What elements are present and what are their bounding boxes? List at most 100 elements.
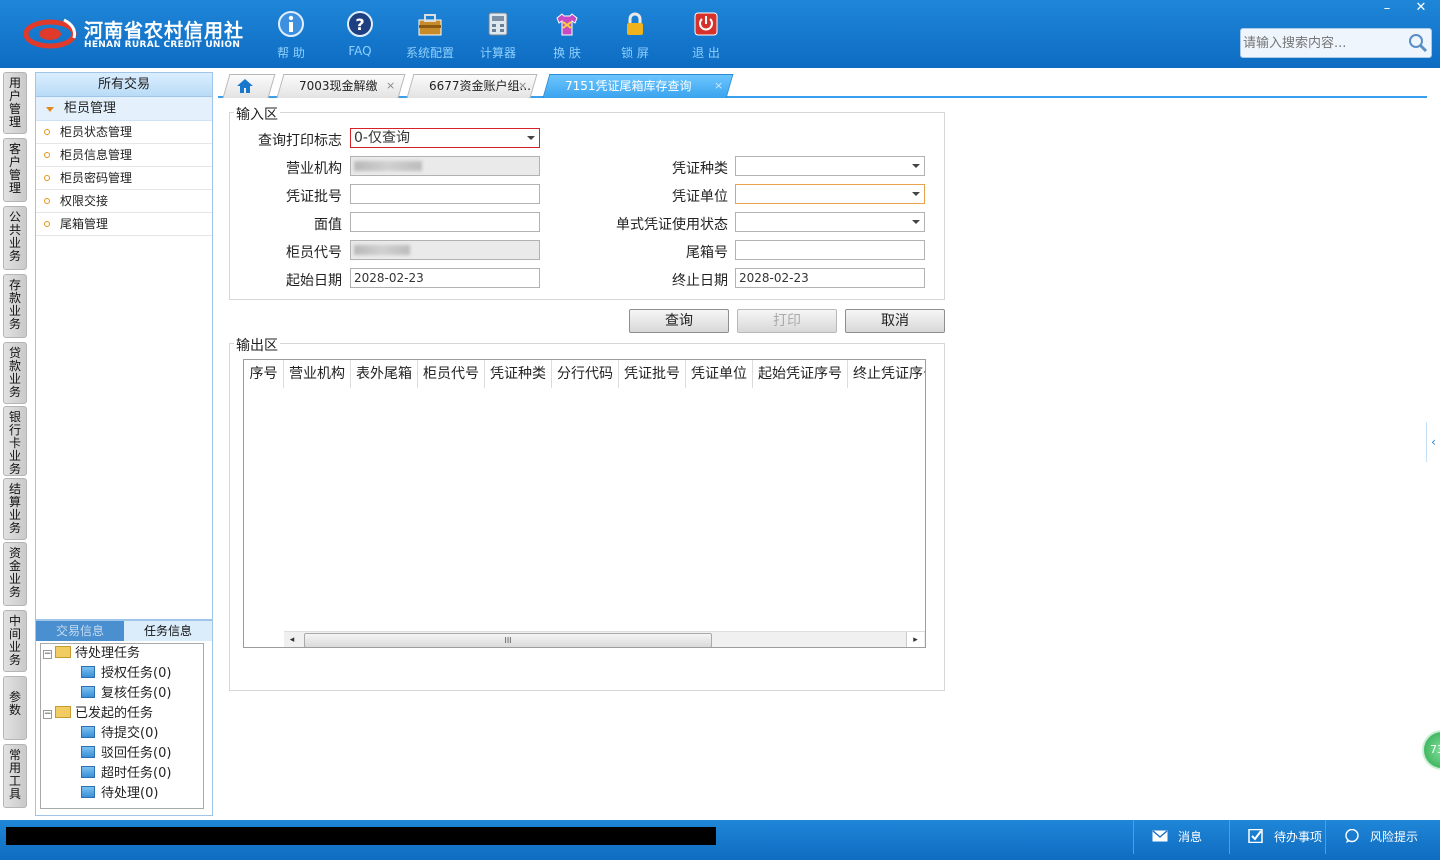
chevron-down-icon: [912, 220, 920, 224]
transaction-panel: 所有交易 柜员管理 柜员状态管理 柜员信息管理 柜员密码管理 权限交接 尾箱管理: [35, 72, 213, 620]
system-config-button[interactable]: 系统配置: [400, 8, 460, 62]
menu-item-teller-info[interactable]: 柜员信息管理: [36, 144, 212, 167]
messages-label: 消息: [1178, 830, 1203, 844]
all-transactions-header[interactable]: 所有交易: [36, 73, 212, 97]
vtab-common-tools[interactable]: 常用工具: [3, 744, 27, 808]
search-icon[interactable]: [1407, 32, 1429, 54]
search-input[interactable]: [1243, 32, 1403, 54]
start-date-label: 起始日期: [286, 273, 342, 289]
vtab-customer-management[interactable]: 客户管理: [3, 138, 27, 202]
menu-item-teller-status[interactable]: 柜员状态管理: [36, 121, 212, 144]
calculator-button[interactable]: 计算器: [468, 8, 528, 62]
vtab-deposit-business[interactable]: 存款业务: [3, 274, 27, 338]
bullet-icon: [44, 175, 50, 181]
tab-home[interactable]: [222, 74, 276, 98]
panel-collapse-icon[interactable]: ‹: [1426, 422, 1440, 462]
column-header[interactable]: 表外尾箱: [351, 360, 418, 388]
input-section: 输入区 查询打印标志 0-仅查询 营业机构 凭证种类 凭证批号 凭证单位 面值 …: [229, 104, 945, 300]
vtab-public-business[interactable]: 公共业务: [3, 206, 27, 270]
horizontal-scrollbar[interactable]: ◂ III ▸: [284, 631, 925, 647]
menu-item-tail-box[interactable]: 尾箱管理: [36, 213, 212, 236]
main-content: 7003现金解缴 × 6677资金账户组... × 7151凭证尾箱库存查询 × 输入…: [218, 68, 1440, 820]
column-header[interactable]: 分行代码: [552, 360, 619, 388]
close-icon[interactable]: ×: [714, 75, 723, 97]
menu-item-teller-password[interactable]: 柜员密码管理: [36, 167, 212, 190]
voucher-type-select[interactable]: [735, 156, 925, 176]
messages-button[interactable]: 消息: [1133, 820, 1229, 854]
mail-icon: [1152, 830, 1168, 842]
result-table[interactable]: 序号 营业机构 表外尾箱 柜员代号 凭证种类 分行代码 凭证批号 凭证单位 起始…: [243, 359, 926, 648]
menu-item-label: 权限交接: [60, 194, 109, 208]
bullet-icon: [44, 198, 50, 204]
end-date-input[interactable]: 2028-02-23: [735, 268, 925, 288]
window-minimize-button[interactable]: –: [1376, 0, 1398, 18]
cancel-button[interactable]: 取消: [845, 309, 945, 333]
start-date-input[interactable]: 2028-02-23: [350, 268, 540, 288]
svg-text:?: ?: [355, 15, 364, 34]
column-header[interactable]: 序号: [244, 360, 284, 388]
scroll-left-icon[interactable]: ◂: [284, 632, 300, 647]
help-label: 帮 助: [277, 46, 305, 60]
column-header[interactable]: 柜员代号: [418, 360, 485, 388]
tab-cash-remit[interactable]: 7003现金解缴 ×: [276, 74, 406, 98]
vtab-settlement-business[interactable]: 结算业务: [3, 478, 27, 540]
close-icon[interactable]: ×: [518, 75, 527, 97]
print-button[interactable]: 打印: [737, 309, 837, 333]
change-skin-button[interactable]: 换 肤: [537, 8, 597, 62]
faq-button[interactable]: ? FAQ: [330, 8, 390, 62]
tree-node-pending[interactable]: − 待处理任务: [43, 644, 140, 664]
risk-alert-button[interactable]: 风险提示: [1325, 820, 1440, 854]
tab-voucher-inventory[interactable]: 7151凭证尾箱库存查询 ×: [542, 74, 734, 98]
vtab-user-management[interactable]: 用户管理: [3, 72, 27, 134]
group-label: 柜员管理: [64, 101, 117, 116]
voucher-batch-input[interactable]: [350, 184, 540, 204]
tab-fund-account[interactable]: 6677资金账户组... ×: [406, 74, 538, 98]
scroll-thumb[interactable]: III: [304, 633, 712, 647]
tree-node-initiated[interactable]: − 已发起的任务: [43, 704, 153, 724]
lock-screen-button[interactable]: 锁 屏: [605, 8, 665, 62]
vtab-intermediate-business[interactable]: 中间业务: [3, 610, 27, 672]
collapse-icon[interactable]: −: [43, 710, 52, 719]
close-icon[interactable]: ×: [386, 75, 395, 97]
vtab-bank-card-business[interactable]: 银行卡业务: [3, 406, 27, 476]
tail-box-input[interactable]: [735, 240, 925, 260]
scroll-right-icon[interactable]: ▸: [906, 632, 924, 647]
face-value-input[interactable]: [350, 212, 540, 232]
exit-button[interactable]: 退 出: [676, 8, 736, 62]
vtab-parameters[interactable]: 参数: [3, 676, 27, 740]
query-print-flag-select[interactable]: 0-仅查询: [350, 128, 540, 148]
single-voucher-status-select[interactable]: [735, 212, 925, 232]
menu-item-permission-handover[interactable]: 权限交接: [36, 190, 212, 213]
todo-button[interactable]: 待办事项: [1229, 820, 1325, 854]
home-icon: [237, 79, 253, 93]
vtab-loan-business[interactable]: 贷款业务: [3, 342, 27, 404]
column-header[interactable]: 营业机构: [284, 360, 351, 388]
tab-label: 7003现金解缴: [299, 79, 378, 93]
vtab-fund-business[interactable]: 资金业务: [3, 542, 27, 606]
column-header[interactable]: 凭证种类: [485, 360, 552, 388]
query-button[interactable]: 查询: [629, 309, 729, 333]
help-button[interactable]: 帮 助: [261, 8, 321, 62]
redacted-value: [354, 161, 422, 171]
column-header[interactable]: 终止凭证序号: [848, 360, 925, 388]
tree-node-rejected[interactable]: 驳回任务(0): [81, 744, 171, 764]
tree-node-to-process[interactable]: 待处理(0): [81, 784, 158, 804]
chat-icon: [1345, 829, 1359, 843]
branch-field: [350, 156, 540, 176]
voucher-unit-select[interactable]: [735, 184, 925, 204]
tab-task-info[interactable]: 任务信息: [124, 621, 212, 641]
menu-item-label: 柜员状态管理: [60, 125, 133, 139]
tree-node-authorize[interactable]: 授权任务(0): [81, 664, 171, 684]
column-header[interactable]: 凭证单位: [686, 360, 753, 388]
window-close-button[interactable]: ✕: [1410, 0, 1432, 18]
column-header[interactable]: 凭证批号: [619, 360, 686, 388]
tree-node-to-submit[interactable]: 待提交(0): [81, 724, 158, 744]
tree-node-review[interactable]: 复核任务(0): [81, 684, 171, 704]
floating-badge[interactable]: 73: [1422, 730, 1440, 770]
teller-management-group[interactable]: 柜员管理: [36, 97, 212, 121]
tree-node-timeout[interactable]: 超时任务(0): [81, 764, 171, 784]
collapse-icon[interactable]: −: [43, 650, 52, 659]
tab-transaction-info[interactable]: 交易信息: [36, 621, 124, 641]
column-header[interactable]: 起始凭证序号: [753, 360, 848, 388]
todo-label: 待办事项: [1274, 830, 1323, 844]
